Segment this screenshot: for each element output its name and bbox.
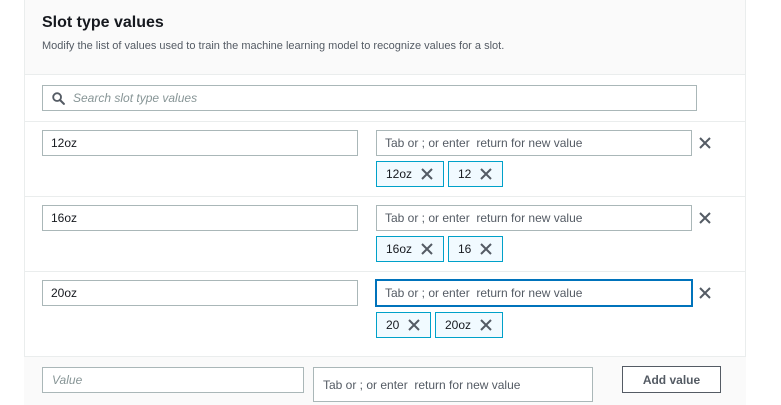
slot-value-input[interactable] <box>42 205 358 231</box>
token-label: 12 <box>458 167 472 181</box>
panel-description: Modify the list of values used to train … <box>42 40 505 52</box>
remove-token-icon[interactable] <box>420 242 434 256</box>
new-synonym-input[interactable] <box>313 367 593 402</box>
search-icon <box>52 92 65 105</box>
remove-token-icon[interactable] <box>479 242 493 256</box>
token-label: 16 <box>458 242 472 256</box>
synonym-input[interactable] <box>376 130 692 156</box>
remove-token-icon[interactable] <box>407 318 421 332</box>
synonym-token: 12 <box>448 161 503 187</box>
remove-row-icon[interactable] <box>697 210 713 226</box>
search-box[interactable] <box>42 85 697 111</box>
remove-token-icon[interactable] <box>479 318 493 332</box>
remove-token-icon[interactable] <box>479 167 493 181</box>
slot-values-panel: Slot type values Modify the list of valu… <box>24 0 746 405</box>
divider <box>24 271 746 272</box>
new-value-input[interactable] <box>42 367 304 393</box>
slot-value-input[interactable] <box>42 280 358 306</box>
synonym-token: 12oz <box>376 161 444 187</box>
synonym-token: 16oz <box>376 236 444 262</box>
token-label: 20 <box>386 318 400 332</box>
divider <box>24 121 746 122</box>
add-value-button[interactable]: Add value <box>622 366 721 393</box>
token-label: 20oz <box>445 318 472 332</box>
synonym-token: 20oz <box>435 312 503 338</box>
synonym-input[interactable] <box>376 205 692 231</box>
divider <box>24 196 746 197</box>
remove-row-icon[interactable] <box>697 135 713 151</box>
panel-header: Slot type values Modify the list of valu… <box>25 0 745 75</box>
synonym-input[interactable] <box>376 280 692 306</box>
token-label: 12oz <box>386 167 413 181</box>
synonym-token: 20 <box>376 312 431 338</box>
synonym-token: 16 <box>448 236 503 262</box>
token-label: 16oz <box>386 242 413 256</box>
remove-row-icon[interactable] <box>697 285 713 301</box>
slot-value-input[interactable] <box>42 130 358 156</box>
remove-token-icon[interactable] <box>420 167 434 181</box>
search-input[interactable] <box>73 89 673 107</box>
panel-title: Slot type values <box>42 14 164 31</box>
